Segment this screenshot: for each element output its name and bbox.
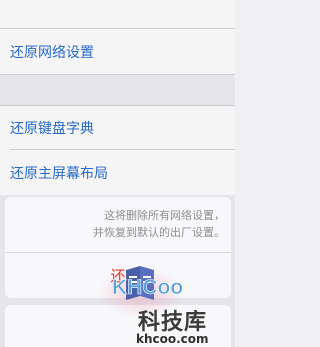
khcoo-logo-icon: KHCoo: [112, 266, 183, 300]
watermark: KHCoo 科技库 khcoo.com: [96, 258, 235, 347]
sheet-message: 这将删除所有网络设置， 并恢复到默认的出厂设置。: [5, 207, 225, 241]
watermark-url: khcoo.com: [136, 332, 209, 346]
sheet-message-line-2: 并恢复到默认的出厂设置。: [93, 226, 225, 239]
sheet-message-line-1: 这将删除所有网络设置，: [104, 209, 225, 222]
svg-text:KHCoo: KHCoo: [112, 276, 183, 299]
